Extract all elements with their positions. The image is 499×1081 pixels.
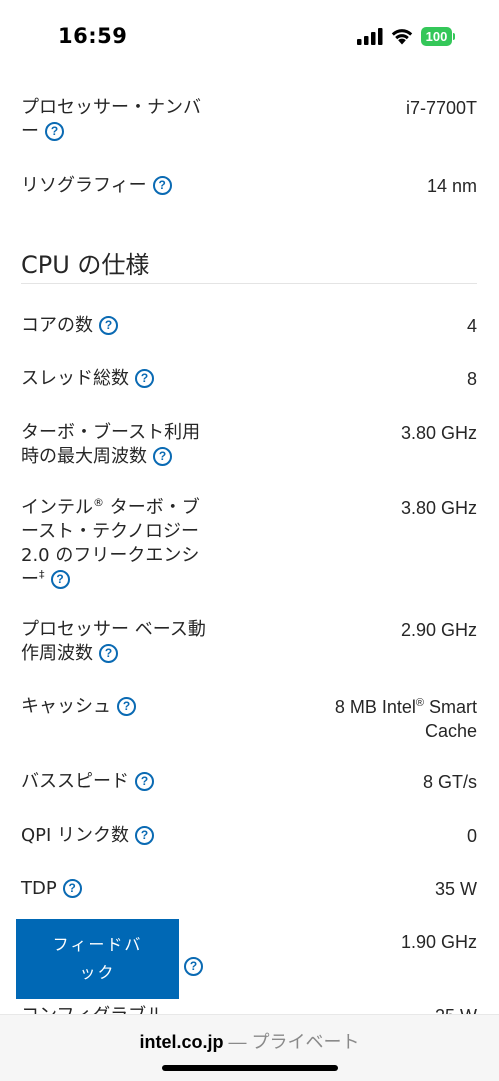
help-icon[interactable]: ? [152,175,172,195]
status-time: 16:59 [58,24,128,48]
cellular-signal-icon [357,28,383,45]
help-icon[interactable]: ? [99,643,118,663]
spec-value: 14 nm [426,176,477,196]
section-title-cpu-specs: CPU の仕様 [21,251,150,279]
status-bar: 16:59 100 [0,0,499,74]
help-icon[interactable]: ? [45,121,64,141]
help-icon[interactable]: ? [135,368,154,388]
spec-value: i7-7700T [405,98,477,118]
help-icon[interactable]: ? [135,771,154,791]
battery-level: 100 [421,27,452,46]
wifi-icon [391,29,413,45]
section-divider [21,283,477,284]
help-icon[interactable]: ? [117,696,136,716]
feedback-button[interactable]: フィードバ ック [16,919,179,999]
spec-label: プロセッサー・ナンバ ー? [21,97,201,142]
help-icon[interactable]: ? [50,569,70,589]
private-mode-label: プライベート [251,1032,360,1052]
url-display[interactable]: intel.co.jp — プライベート [0,1028,499,1054]
spec-label: リソグラフィー? [21,174,241,198]
help-icon[interactable]: ? [184,956,204,976]
help-icon[interactable]: ? [99,315,118,335]
help-icon[interactable]: ? [62,878,82,898]
help-icon[interactable]: ? [135,825,155,845]
url-domain: intel.co.jp [139,1032,224,1052]
home-indicator[interactable] [162,1065,338,1071]
battery-icon: 100 [421,27,455,46]
help-icon[interactable]: ? [153,446,172,466]
